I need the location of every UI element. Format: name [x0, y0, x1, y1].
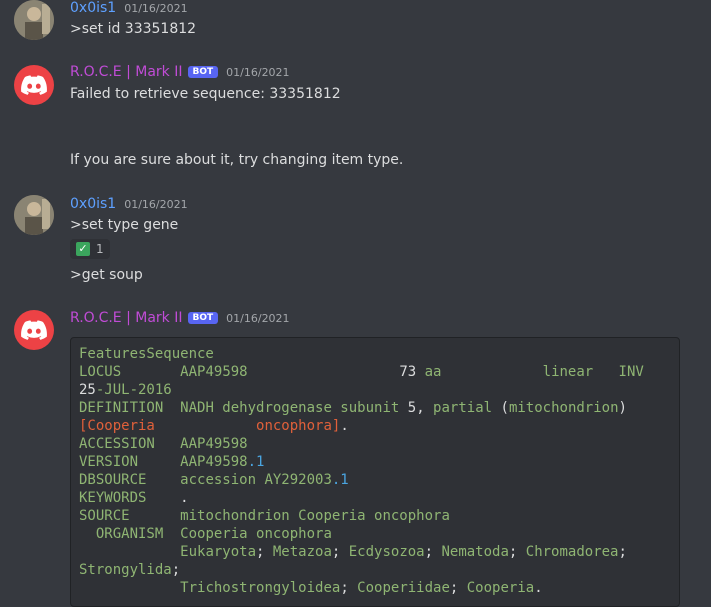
user-avatar[interactable]: [14, 195, 54, 235]
username[interactable]: 0x0is1: [70, 0, 116, 16]
message-text: >set type gene: [70, 217, 179, 233]
genbank-record: FeaturesSequence LOCUS AAP49598 73 aa li…: [79, 346, 644, 596]
username[interactable]: 0x0is1: [70, 196, 116, 212]
bot-badge: BOT: [187, 312, 219, 324]
message-text: Failed to retrieve sequence: 33351812: [70, 86, 341, 102]
message-text: If you are sure about it, try changing i…: [70, 152, 404, 168]
code-block: FeaturesSequence LOCUS AAP49598 73 aa li…: [70, 337, 680, 607]
timestamp: 01/16/2021: [124, 2, 188, 15]
message-text: >get soup: [70, 267, 143, 283]
timestamp: 01/16/2021: [124, 198, 188, 211]
user-avatar[interactable]: [14, 0, 54, 40]
discord-logo-icon: [21, 75, 47, 95]
timestamp: 01/16/2021: [226, 66, 290, 79]
reaction-check[interactable]: ✓ 1: [70, 239, 110, 259]
timestamp: 01/16/2021: [226, 312, 290, 325]
bot-avatar[interactable]: [14, 310, 54, 350]
bot-badge: BOT: [187, 66, 219, 78]
username[interactable]: R.O.C.E | Mark II: [70, 64, 183, 80]
message-text: >set id 33351812: [70, 21, 197, 37]
reaction-count: 1: [96, 242, 104, 256]
discord-logo-icon: [21, 320, 47, 340]
check-mark-icon: ✓: [76, 242, 90, 256]
username[interactable]: R.O.C.E | Mark II: [70, 310, 183, 326]
bot-avatar[interactable]: [14, 65, 54, 105]
